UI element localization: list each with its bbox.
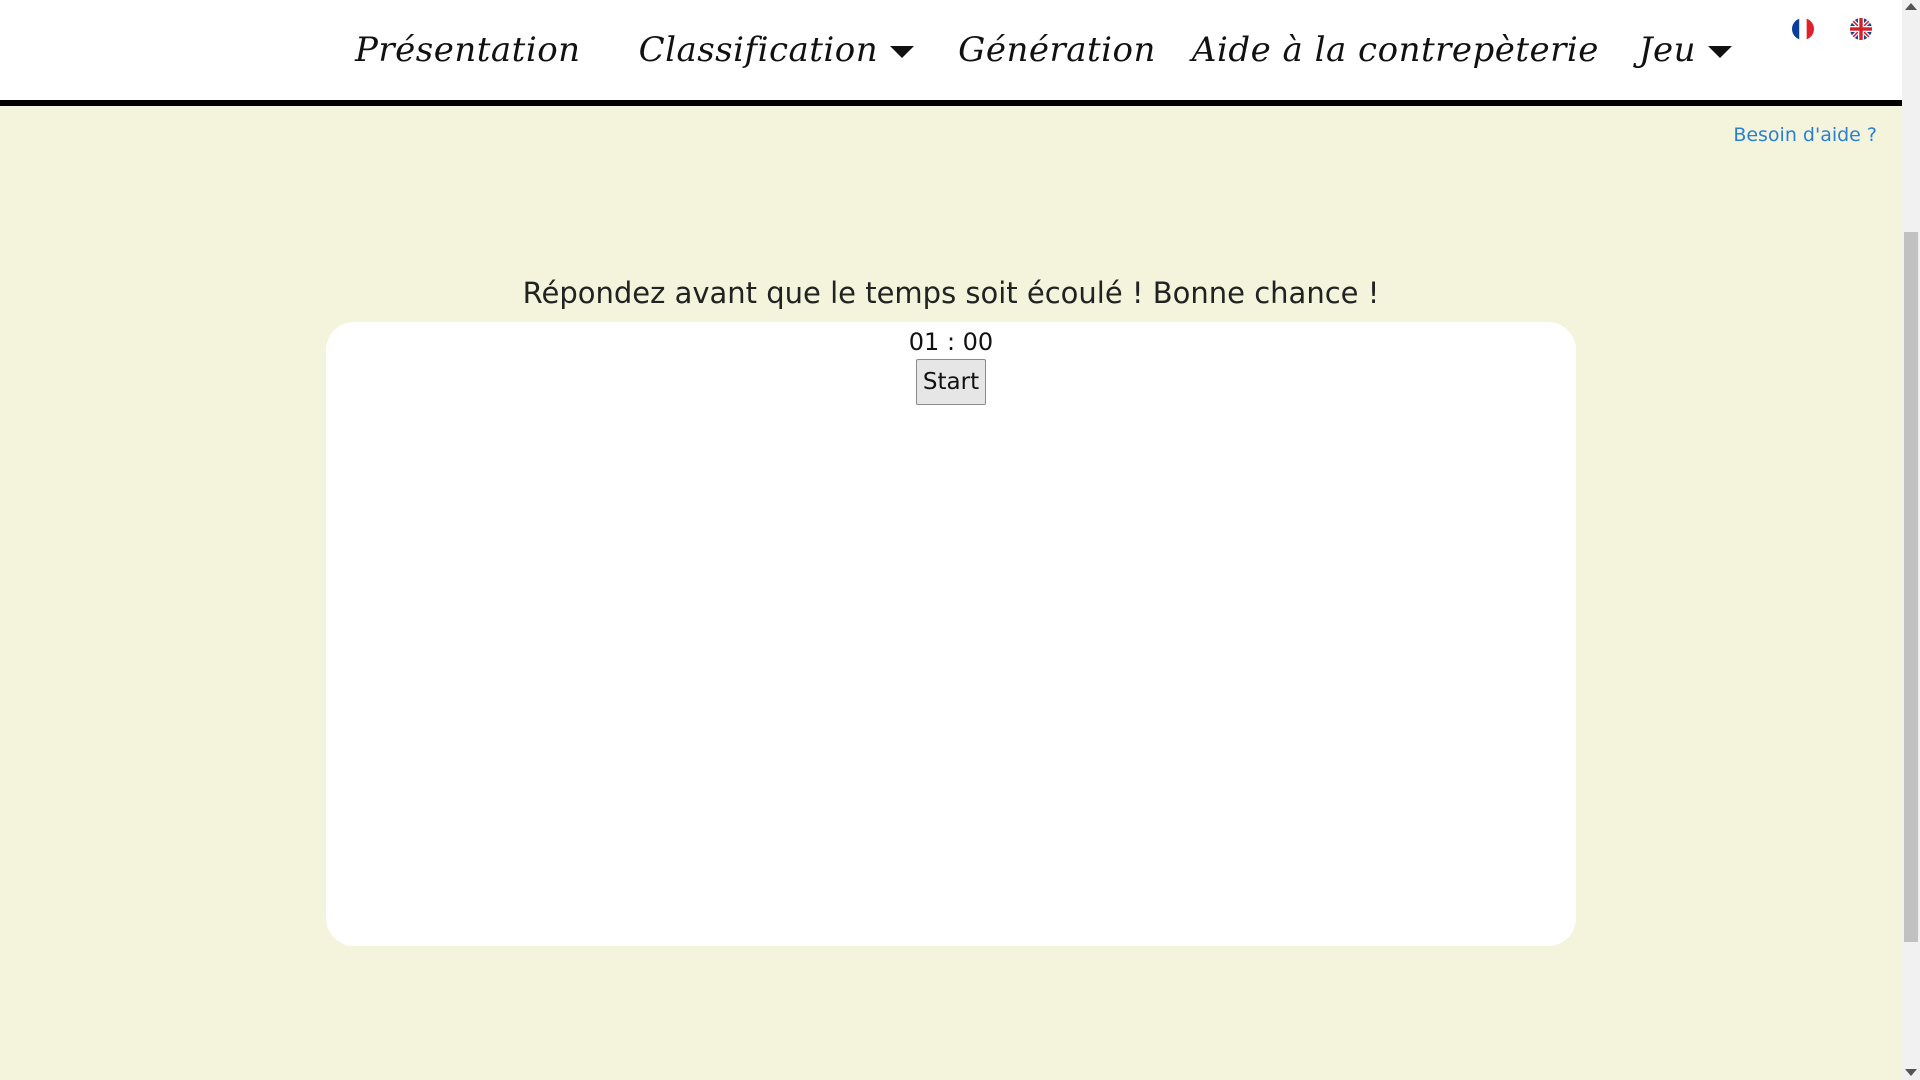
scroll-down-icon[interactable] [1905,1069,1917,1076]
nav-item-jeu[interactable]: Jeu [1638,30,1733,70]
nav-item-label: Jeu [1638,30,1697,70]
nav-item-label: Classification [638,30,879,70]
language-switcher [1792,18,1872,40]
game-instructions: Répondez avant que le temps soit écoulé … [522,276,1380,310]
nav-item-generation[interactable]: Génération [958,30,1156,70]
french-flag-icon[interactable] [1792,18,1814,40]
scrollbar-thumb[interactable] [1904,232,1918,942]
chevron-down-icon [890,46,915,58]
nav-item-label: Génération [958,30,1156,70]
scroll-up-icon[interactable] [1905,3,1917,10]
main-menu: Présentation Classification Génération A… [355,18,1733,82]
nav-item-classification[interactable]: Classification [639,30,915,70]
nav-item-label: Présentation [355,30,581,70]
help-link[interactable]: Besoin d'aide ? [1733,124,1877,146]
game-panel: 01 : 00 Start [326,322,1576,946]
chevron-down-icon [1708,46,1733,58]
uk-flag-icon[interactable] [1850,18,1872,40]
top-navbar: Présentation Classification Génération A… [0,0,1902,106]
vertical-scrollbar[interactable] [1902,0,1920,1080]
nav-item-aide-contrepeterie[interactable]: Aide à la contrepèterie [1192,30,1599,70]
start-button[interactable]: Start [916,359,986,405]
nav-item-presentation[interactable]: Présentation [355,30,581,70]
countdown-timer: 01 : 00 [908,328,994,356]
nav-item-label: Aide à la contrepèterie [1191,30,1599,70]
